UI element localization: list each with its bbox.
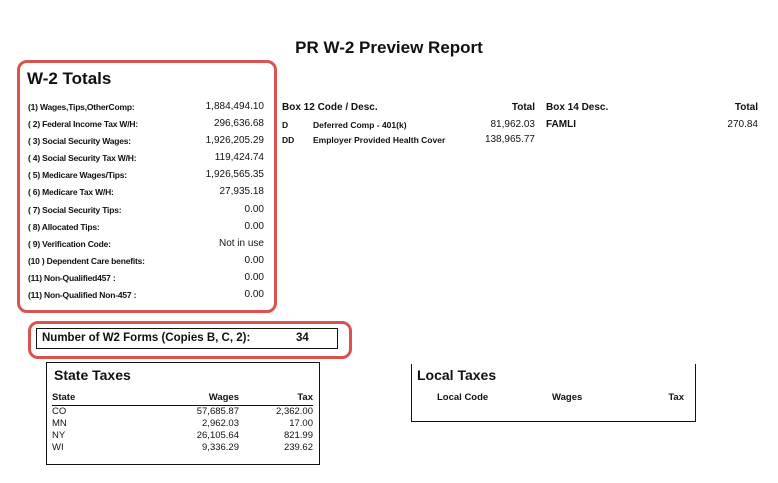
- box12-row-desc: Employer Provided Health Cover: [313, 135, 446, 145]
- state-row-state: CO: [52, 406, 67, 417]
- report-title: PR W-2 Preview Report: [295, 38, 483, 57]
- state-row-tax: 239.62: [283, 442, 313, 453]
- box12-row-desc: Deferred Comp - 401(k): [313, 120, 407, 130]
- w2-row-value: 0.00: [244, 203, 264, 215]
- w2-totals-list: (1) Wages,Tips,OtherComp: 1,884,494.10 ( …: [28, 100, 264, 305]
- w2-row-value: 296,636.68: [213, 118, 264, 130]
- w2-row-label: ( 6) Medicare Tax W/H:: [28, 187, 114, 198]
- state-header-tax: Tax: [297, 392, 313, 403]
- w2-row-verification-code: ( 9) Verification Code: Not in use: [28, 237, 264, 254]
- w2-totals-title: W-2 Totals: [27, 69, 112, 88]
- state-row-wages: 26,105.64: [196, 430, 239, 441]
- w2-row-label: ( 5) Medicare Wages/Tips:: [28, 170, 127, 181]
- w2-row-medicare-wages: ( 5) Medicare Wages/Tips: 1,926,565.35: [28, 168, 264, 185]
- local-header-code: Local Code: [437, 392, 489, 403]
- state-taxes-box: State Taxes State Wages Tax CO 57,685.87…: [46, 362, 320, 465]
- box12-row-total: 81,962.03: [490, 119, 536, 130]
- w2-row-label: (10 ) Dependent Care benefits:: [28, 255, 145, 266]
- box12-header-total: Total: [511, 102, 535, 113]
- w2-row-value: 1,926,205.29: [205, 135, 264, 147]
- state-row-state: NY: [52, 430, 66, 441]
- w2-row-label: (11) Non-Qualified457 :: [28, 272, 116, 283]
- w2-row-value: Not in use: [218, 237, 264, 249]
- state-row-state: MN: [52, 418, 67, 429]
- local-header-tax: Tax: [668, 392, 684, 403]
- box14-header-desc: Box 14 Desc.: [546, 102, 609, 113]
- box12-row-code: D: [282, 120, 289, 130]
- w2-row-label: ( 2) Federal Income Tax W/H:: [28, 119, 138, 130]
- state-row-tax: 821.99: [283, 430, 313, 441]
- w2-row-dependent-care: (10 ) Dependent Care benefits: 0.00: [28, 254, 264, 271]
- w2-row-nonqualified-457: (11) Non-Qualified457 : 0.00: [28, 271, 264, 288]
- w2-row-ss-tips: ( 7) Social Security Tips: 0.00: [28, 203, 264, 220]
- w2-row-value: 0.00: [244, 289, 264, 301]
- box12-header-code: Box 12 Code / Desc.: [282, 102, 378, 113]
- w2-row-ss-wages: ( 3) Social Security Wages: 1,926,205.29: [28, 134, 264, 151]
- w2-row-wages: (1) Wages,Tips,OtherComp: 1,884,494.10: [28, 100, 264, 117]
- state-taxes-title: State Taxes: [54, 367, 131, 383]
- state-row-tax: 17.00: [289, 418, 313, 429]
- w2-row-value: 0.00: [244, 220, 264, 232]
- w2-forms-count-box: Number of W2 Forms (Copies B, C, 2): 34: [36, 328, 338, 349]
- box14-row-total: 270.84: [727, 119, 758, 130]
- w2-row-label: (1) Wages,Tips,OtherComp:: [28, 102, 135, 112]
- w2-row-federal-tax: ( 2) Federal Income Tax W/H: 296,636.68: [28, 117, 264, 134]
- state-row-wages: 57,685.87: [196, 406, 239, 417]
- local-header-wages: Wages: [552, 392, 583, 403]
- w2-row-value: 0.00: [244, 271, 264, 283]
- state-header-wages: Wages: [208, 392, 239, 403]
- w2-row-ss-tax: ( 4) Social Security Tax W/H: 119,424.74: [28, 151, 264, 168]
- w2-forms-value: 34: [296, 332, 309, 344]
- box14-header-total: Total: [734, 102, 758, 113]
- w2-row-value: 27,935.18: [219, 186, 265, 198]
- box14-row-desc: FAMLI: [546, 119, 576, 130]
- w2-row-medicare-tax: ( 6) Medicare Tax W/H: 27,935.18: [28, 185, 264, 202]
- local-taxes-box: Local Taxes Local Code Wages Tax: [411, 364, 696, 422]
- state-row-state: WI: [52, 442, 64, 453]
- w2-row-label: (11) Non-Qualified Non-457 :: [28, 290, 137, 301]
- box12-row-total: 138,965.77: [484, 134, 535, 145]
- w2-forms-label: Number of W2 Forms (Copies B, C, 2):: [42, 332, 251, 344]
- state-row-wages: 2,962.03: [202, 418, 239, 429]
- state-row-tax: 2,362.00: [276, 406, 313, 417]
- w2-row-value: 0.00: [244, 254, 264, 266]
- local-taxes-title: Local Taxes: [417, 367, 497, 383]
- state-header-state: State: [52, 392, 76, 403]
- w2-row-value: 119,424.74: [214, 152, 264, 164]
- w2-row-value: 1,884,494.10: [205, 101, 264, 112]
- box12-row-code: DD: [282, 135, 295, 145]
- w2-row-label: ( 8) Allocated Tips:: [28, 221, 100, 232]
- w2-row-label: ( 7) Social Security Tips:: [28, 204, 122, 215]
- state-row-wages: 9,336.29: [202, 442, 239, 453]
- w2-row-value: 1,926,565.35: [205, 169, 264, 181]
- w2-row-allocated-tips: ( 8) Allocated Tips: 0.00: [28, 220, 264, 237]
- w2-row-label: ( 3) Social Security Wages:: [28, 136, 131, 147]
- w2-row-nonqualified-non-457: (11) Non-Qualified Non-457 : 0.00: [28, 288, 264, 305]
- w2-row-label: ( 4) Social Security Tax W/H:: [28, 153, 137, 164]
- w2-row-label: ( 9) Verification Code:: [28, 238, 111, 249]
